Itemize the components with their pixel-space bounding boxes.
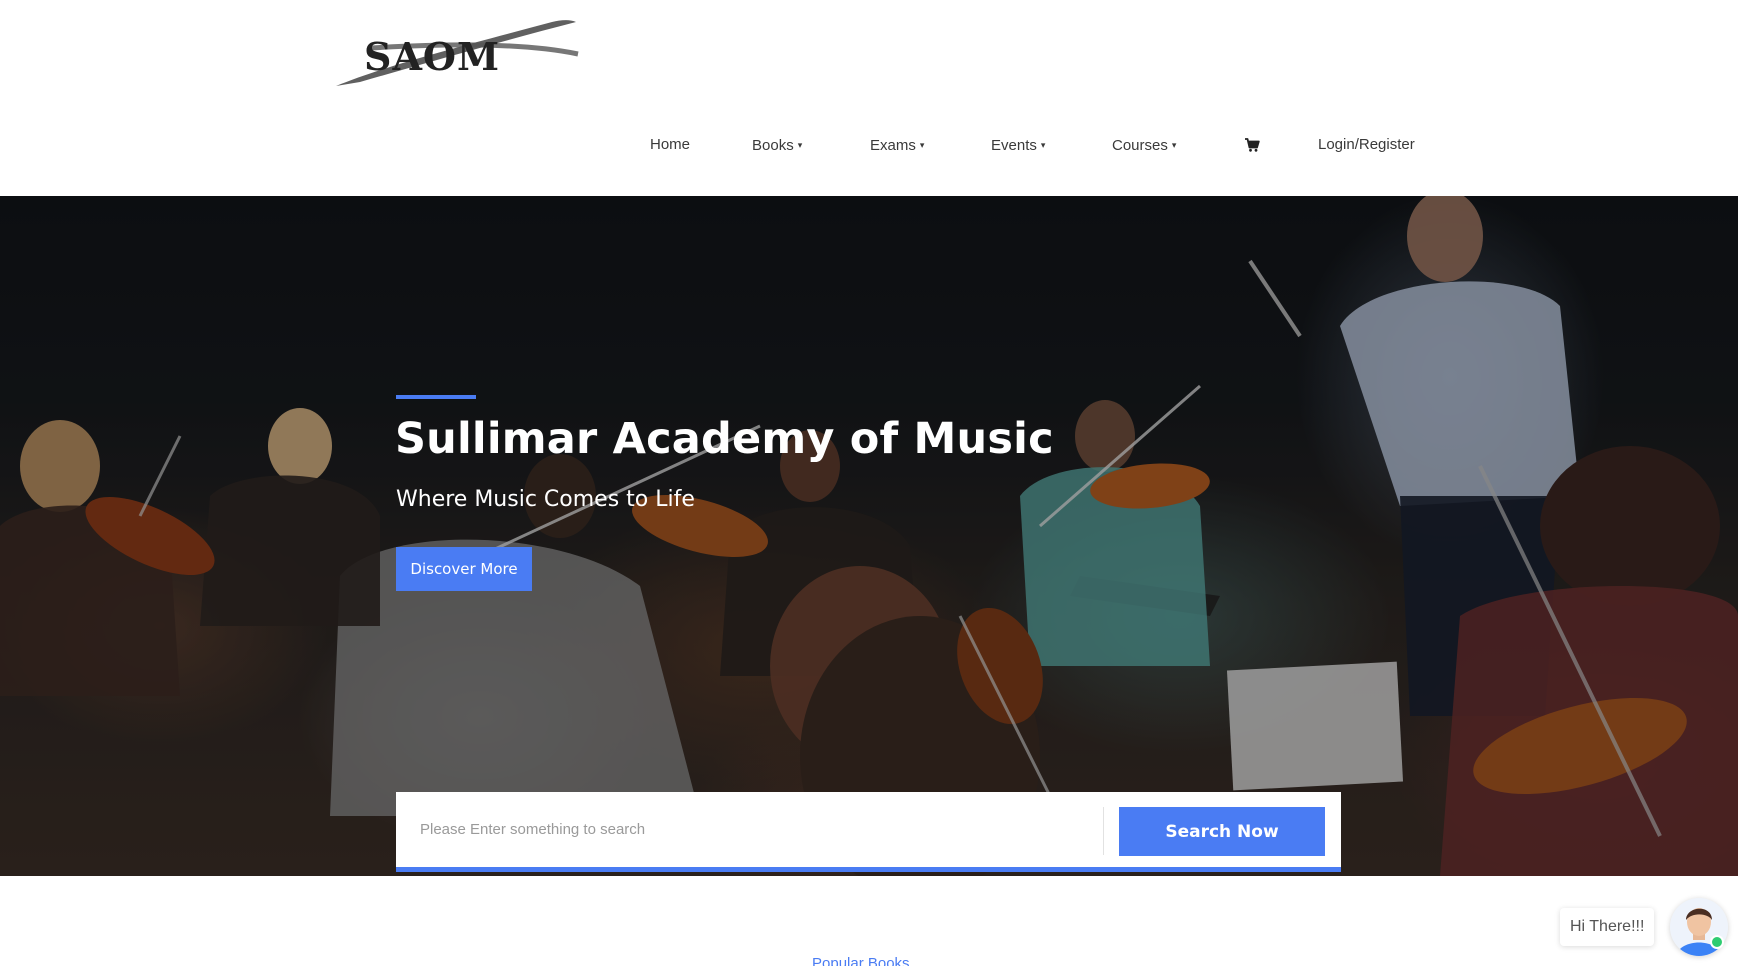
hero-title: Sullimar Academy of Music xyxy=(395,414,1054,464)
section-title-popular-books[interactable]: Popular Books xyxy=(812,955,910,966)
search-now-button[interactable]: Search Now xyxy=(1119,807,1325,856)
hero-accent-line xyxy=(396,395,476,399)
logo-graphic: SAOM xyxy=(336,20,579,86)
hero-banner: Sullimar Academy of Music Where Music Co… xyxy=(0,196,1738,876)
chevron-down-icon: ▾ xyxy=(1171,140,1177,150)
chat-greeting-bubble[interactable]: Hi There!!! xyxy=(1560,908,1655,946)
search-bar: Search Now xyxy=(396,792,1341,872)
nav-courses-label: Courses xyxy=(1112,137,1168,154)
chevron-down-icon: ▾ xyxy=(797,140,803,150)
orchestra-photo xyxy=(0,196,1738,876)
search-divider xyxy=(1103,807,1104,855)
online-status-dot xyxy=(1710,935,1724,949)
nav-login-register[interactable]: Login/Register xyxy=(1318,130,1415,160)
nav-home[interactable]: Home xyxy=(650,130,690,160)
nav-events[interactable]: Events ▾ xyxy=(991,130,1045,161)
nav-exams[interactable]: Exams ▾ xyxy=(870,130,924,161)
logo-text: SAOM xyxy=(364,34,500,79)
chevron-down-icon: ▾ xyxy=(1040,140,1046,150)
chevron-down-icon: ▾ xyxy=(919,140,925,150)
shopping-cart-icon[interactable] xyxy=(1244,137,1260,153)
nav-courses[interactable]: Courses ▾ xyxy=(1112,130,1176,161)
nav-home-label: Home xyxy=(650,136,691,153)
nav-books-label: Books xyxy=(752,137,794,154)
hero-subtitle: Where Music Comes to Life xyxy=(396,487,695,512)
discover-more-button[interactable]: Discover More xyxy=(396,547,532,591)
saom-logo[interactable]: SAOM xyxy=(330,14,582,94)
search-input[interactable] xyxy=(396,792,1101,867)
nav-exams-label: Exams xyxy=(870,137,916,154)
site-header: SAOM Home Books ▾ Exams ▾ Events ▾ Courses ▾… xyxy=(0,0,1738,196)
main-nav: Home Books ▾ Exams ▾ Events ▾ Courses ▾ Logi… xyxy=(0,130,1738,160)
nav-books[interactable]: Books ▾ xyxy=(752,130,802,161)
nav-events-label: Events xyxy=(991,137,1037,154)
